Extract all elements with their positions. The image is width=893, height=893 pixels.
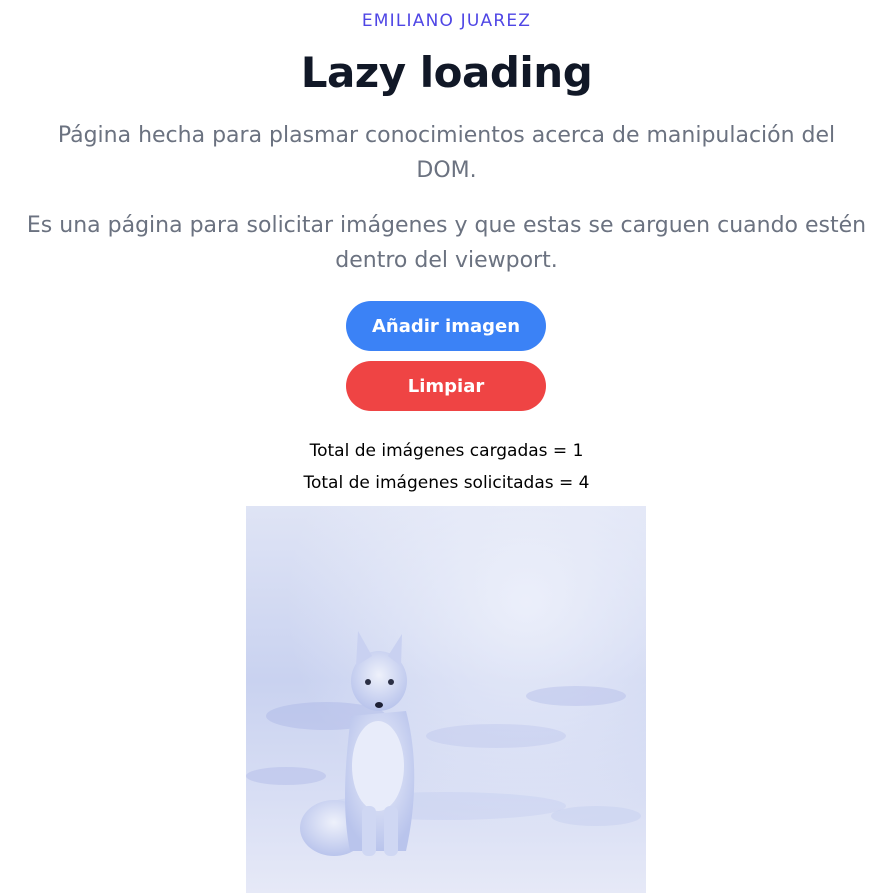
arctic-fox-image <box>246 506 646 893</box>
description-details: Es una página para solicitar imágenes y … <box>26 213 867 273</box>
page: EMILIANO JUAREZ Lazy loading Página hech… <box>0 0 893 893</box>
clear-button[interactable]: Limpiar <box>346 361 546 411</box>
description-purpose: Página hecha para plasmar conocimientos … <box>57 123 836 183</box>
loaded-image <box>246 506 646 893</box>
add-image-button[interactable]: Añadir imagen <box>346 301 546 351</box>
requested-images-count: Total de imágenes solicitadas = 4 <box>303 473 590 493</box>
author-name: EMILIANO JUAREZ <box>361 11 532 31</box>
loaded-images-count: Total de imágenes cargadas = 1 <box>309 441 584 461</box>
page-title: Lazy loading <box>300 48 593 97</box>
